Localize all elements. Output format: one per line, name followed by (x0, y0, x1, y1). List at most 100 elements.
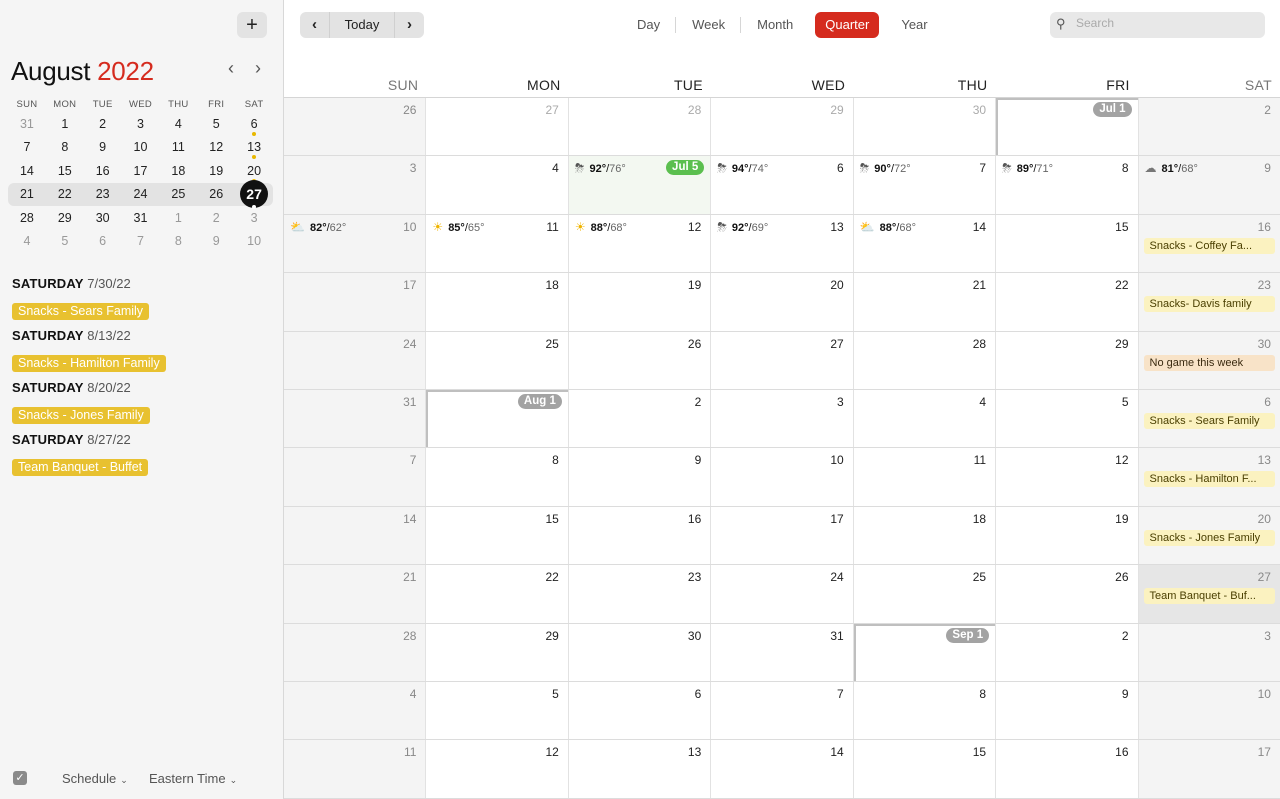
day-cell[interactable]: 15 (853, 740, 997, 798)
today-button[interactable]: Today (329, 12, 395, 38)
day-cell[interactable]: 18 (426, 273, 569, 331)
day-cell[interactable]: 19 (996, 506, 1139, 565)
day-cell[interactable]: 30 (568, 623, 712, 681)
calendar-event[interactable]: Snacks - Sears Family (1143, 412, 1275, 429)
day-cell[interactable]: 25 (426, 331, 569, 389)
schedule-event[interactable]: Snacks - Sears Family (12, 303, 150, 320)
day-cell[interactable]: 12 (996, 448, 1139, 506)
day-cell[interactable]: 21 (284, 565, 427, 623)
mini-day[interactable]: 9 (84, 140, 122, 154)
day-cell[interactable]: 3 (1138, 623, 1280, 681)
day-cell[interactable]: 15 (426, 506, 569, 565)
mini-day[interactable]: 5 (197, 117, 235, 131)
schedule-dropdown[interactable]: Schedule ⌄ (62, 771, 128, 786)
add-event-button[interactable]: + (237, 12, 267, 38)
day-cell[interactable]: 5 (426, 681, 569, 740)
view-tab-year[interactable]: Year (885, 12, 943, 38)
mini-day[interactable]: 21 (8, 187, 46, 201)
mini-day[interactable]: 27 (235, 180, 273, 210)
day-cell[interactable]: 11 (853, 448, 997, 506)
day-cell[interactable]: 26 (284, 98, 427, 156)
day-cell[interactable]: 24 (711, 565, 854, 623)
day-cell[interactable]: 12 ☀ 88°/68° (568, 214, 712, 273)
mini-day[interactable]: 3 (122, 117, 160, 131)
day-cell[interactable]: 9 ☁ 81°/68° (1138, 156, 1280, 214)
day-cell[interactable]: 13 Snacks - Hamilton F... (1138, 448, 1280, 506)
day-cell[interactable]: 14 (711, 740, 854, 798)
mini-day[interactable]: 31 (122, 211, 160, 225)
calendar-event[interactable]: Team Banquet - Buf... (1143, 588, 1275, 605)
mini-day[interactable]: 13 (235, 140, 273, 160)
mini-day[interactable]: 15 (46, 164, 84, 178)
day-cell[interactable]: 17 (284, 273, 427, 331)
mini-day[interactable]: 1 (46, 117, 84, 131)
day-cell[interactable]: 10 ⛅ 82°/62° (284, 214, 427, 273)
day-cell[interactable]: 23 Snacks- Davis family (1138, 273, 1280, 331)
schedule-event[interactable]: Snacks - Hamilton Family (12, 355, 166, 372)
calendar-event[interactable]: Snacks - Jones Family (1143, 529, 1275, 546)
day-cell[interactable]: 14 (284, 506, 427, 565)
day-cell[interactable]: 12 (426, 740, 569, 798)
day-cell[interactable]: 17 (711, 506, 854, 565)
mini-day[interactable]: 29 (46, 211, 84, 225)
day-cell[interactable]: 28 (853, 331, 997, 389)
search-box[interactable]: ⚲ (1050, 12, 1265, 38)
day-cell[interactable]: 2 (996, 623, 1139, 681)
mini-day[interactable]: 18 (159, 164, 197, 178)
mini-day[interactable]: 8 (159, 234, 197, 248)
mini-day[interactable]: 26 (197, 187, 235, 201)
mini-prev-month-icon[interactable]: ‹ (220, 58, 242, 82)
view-tab-week[interactable]: Week (676, 12, 742, 38)
mini-day[interactable]: 6 (84, 234, 122, 248)
day-cell[interactable]: 27 Team Banquet - Buf... (1138, 565, 1280, 623)
mini-day[interactable]: 7 (8, 140, 46, 154)
day-cell[interactable]: 2 (1138, 98, 1280, 156)
day-cell[interactable]: 20 Snacks - Jones Family (1138, 506, 1280, 565)
search-input[interactable] (1076, 16, 1256, 30)
day-cell[interactable]: Jul 5 ⛈ 92°/76° (568, 156, 712, 214)
mini-day[interactable]: 17 (122, 164, 160, 178)
mini-day[interactable]: 23 (84, 187, 122, 201)
day-cell[interactable]: 4 (284, 681, 427, 740)
mini-day[interactable]: 20 (235, 164, 273, 183)
mini-day[interactable]: 22 (46, 187, 84, 201)
day-cell[interactable]: 26 (568, 331, 712, 389)
mini-day[interactable]: 12 (197, 140, 235, 154)
day-cell[interactable]: 22 (426, 565, 569, 623)
mini-day[interactable]: 30 (84, 211, 122, 225)
mini-day[interactable]: 2 (197, 211, 235, 225)
mini-day[interactable]: 28 (8, 211, 46, 225)
schedule-event[interactable]: Team Banquet - Buffet (12, 459, 149, 476)
day-cell[interactable]: 7 (284, 448, 427, 506)
day-cell[interactable]: 8 ⛈ 89°/71° (996, 156, 1139, 214)
mini-day[interactable]: 16 (84, 164, 122, 178)
day-cell[interactable]: 11 (284, 740, 427, 798)
calendar-event[interactable]: Snacks - Hamilton F... (1143, 471, 1275, 488)
day-cell[interactable]: 11 ☀ 85°/65° (426, 214, 569, 273)
day-cell[interactable]: 4 (853, 389, 997, 448)
day-cell[interactable]: 20 (711, 273, 854, 331)
day-cell[interactable]: 18 (853, 506, 997, 565)
day-cell[interactable]: 6 (568, 681, 712, 740)
view-tab-month[interactable]: Month (741, 12, 809, 38)
day-cell[interactable]: 28 (284, 623, 427, 681)
mini-day[interactable]: 11 (159, 140, 197, 154)
day-cell[interactable]: 23 (568, 565, 712, 623)
day-cell[interactable]: 26 (996, 565, 1139, 623)
day-cell[interactable]: 29 (711, 98, 854, 156)
day-cell[interactable]: 30 (853, 98, 997, 156)
day-cell[interactable]: Jul 1 (996, 98, 1139, 156)
mini-day[interactable]: 10 (122, 140, 160, 154)
day-cell[interactable]: 5 (996, 389, 1139, 448)
view-tab-day[interactable]: Day (621, 12, 677, 38)
mini-day[interactable]: 7 (122, 234, 160, 248)
day-cell[interactable]: 10 (1138, 681, 1280, 740)
day-cell[interactable]: 9 (996, 681, 1139, 740)
mini-day[interactable]: 5 (46, 234, 84, 248)
day-cell[interactable]: 16 Snacks - Coffey Fa... (1138, 214, 1280, 273)
mini-day[interactable]: 25 (159, 187, 197, 201)
day-cell[interactable]: 29 (996, 331, 1139, 389)
day-cell[interactable]: 19 (568, 273, 712, 331)
day-cell[interactable]: 6 Snacks - Sears Family (1138, 389, 1280, 448)
mini-day[interactable]: 8 (46, 140, 84, 154)
